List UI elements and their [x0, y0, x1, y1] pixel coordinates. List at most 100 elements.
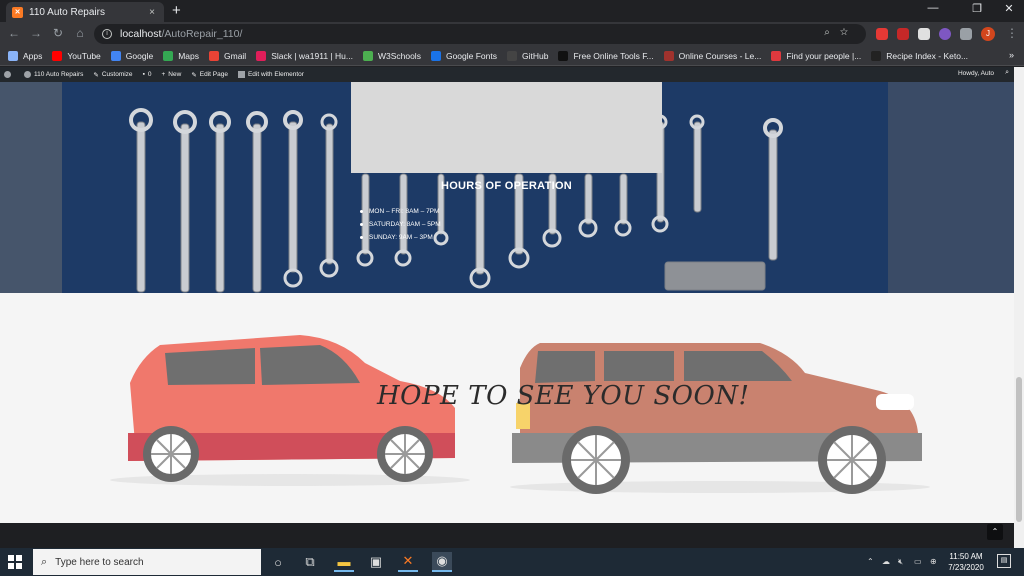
network-globe-icon[interactable]: ⊕: [930, 557, 937, 566]
xampp-favicon-icon: ✕: [12, 6, 23, 18]
wp-new-label: New: [168, 71, 182, 78]
back-icon[interactable]: ←: [6, 26, 22, 40]
bookmark-favicon-icon: [163, 50, 174, 61]
bookmark-item[interactable]: GitHub: [506, 50, 549, 61]
bookmark-favicon-icon: [362, 50, 373, 61]
taskbar-clock[interactable]: 11:50 AM 7/23/2020: [944, 551, 988, 573]
page-scrollbar-thumb[interactable]: [1016, 377, 1022, 522]
bookmark-item[interactable]: Find your people |...: [771, 50, 862, 61]
home-icon[interactable]: ⌂: [72, 26, 88, 40]
hours-list: MON – FRI: 8AM – 7PM SATURDAY: 8AM – 5PM…: [360, 208, 441, 247]
browser-tab-bar: ✕ 110 Auto Repairs × + — ❐ ✕: [0, 0, 1024, 22]
reload-icon[interactable]: ↻: [50, 26, 66, 40]
battery-icon[interactable]: ▭: [914, 557, 922, 566]
hours-saturday: SATURDAY: 8AM – 5PM: [360, 221, 441, 228]
extension-ublock-icon[interactable]: [897, 28, 909, 40]
xampp-icon[interactable]: ✕: [398, 552, 418, 572]
bookmark-favicon-icon: [871, 50, 882, 61]
browser-menu-icon[interactable]: ⋮: [1004, 26, 1020, 40]
bookmark-item[interactable]: Maps: [163, 50, 199, 61]
page-content: HOURS OF OPERATION MON – FRI: 8AM – 7PM …: [0, 82, 1014, 548]
site-info-icon[interactable]: i: [102, 29, 112, 39]
wp-edit-elementor[interactable]: Edit with Elementor: [237, 71, 304, 78]
wp-howdy[interactable]: Howdy, Auto: [958, 70, 994, 77]
bookmark-label: W3Schools: [377, 50, 421, 61]
bookmarks-overflow-icon[interactable]: »: [1009, 50, 1014, 60]
close-window-button[interactable]: ✕: [994, 2, 1024, 15]
bookmark-favicon-icon: [663, 50, 674, 61]
wp-edit-page[interactable]: ✎ Edit Page: [191, 71, 228, 79]
bookmark-item[interactable]: Recipe Index - Keto...: [871, 50, 968, 61]
bookmark-item[interactable]: Slack | wa1911 | Hu...: [256, 50, 353, 61]
extension-pocket-icon[interactable]: [876, 28, 888, 40]
volume-muted-icon[interactable]: 🔇︎: [898, 557, 903, 567]
footer: [0, 523, 1014, 548]
bookmark-item[interactable]: Online Courses - Le...: [663, 50, 762, 61]
bookmark-label: Find your people |...: [786, 50, 862, 61]
bookmark-item[interactable]: Google: [110, 50, 153, 61]
brush-icon: ✎: [93, 71, 99, 79]
plus-icon: +: [161, 71, 166, 78]
hours-title: HOURS OF OPERATION: [440, 180, 573, 192]
bookmark-label: Slack | wa1911 | Hu...: [271, 50, 353, 61]
wp-search-icon[interactable]: ⌕: [1005, 69, 1009, 77]
forward-icon[interactable]: →: [28, 26, 44, 40]
bookmark-item[interactable]: Free Online Tools F...: [558, 50, 654, 61]
bookmark-item[interactable]: W3Schools: [362, 50, 421, 61]
back-to-top-button[interactable]: ⌃: [987, 524, 1003, 540]
wp-customize-label: Customize: [101, 71, 133, 78]
minimize-button[interactable]: —: [918, 2, 948, 14]
browser-toolbar: ← → ↻ ⌂ i localhost /AutoRepair_110/ ⌕☆ …: [0, 22, 1024, 46]
cars-section: HOPE TO SEE YOU SOON!: [0, 293, 1014, 523]
wordpress-logo-icon[interactable]: [4, 71, 14, 78]
clock-time: 11:50 AM: [949, 552, 983, 561]
windows-start-icon[interactable]: [8, 555, 22, 569]
bookmark-favicon-icon: [506, 50, 517, 61]
bookmark-item[interactable]: YouTube: [52, 50, 101, 61]
wp-site-name[interactable]: 110 Auto Repairs: [24, 71, 83, 78]
bookmark-item[interactable]: Google Fonts: [430, 50, 497, 61]
brown-suv-image: [512, 343, 922, 494]
bookmark-label: Free Online Tools F...: [573, 50, 654, 61]
bookmark-item[interactable]: Gmail: [209, 50, 247, 61]
profile-avatar[interactable]: J: [981, 27, 995, 41]
chrome-icon[interactable]: ◉: [432, 552, 452, 572]
extension-pencil-icon[interactable]: [918, 28, 930, 40]
bookmark-star-icon[interactable]: ⌕☆: [824, 27, 858, 38]
windows-taskbar: ⌕ Type here to search ○ ⧉ ▬ ▣ ✕ ◉ ⌃ ☁ 🔇︎…: [0, 548, 1024, 576]
hours-weekdays: MON – FRI: 8AM – 7PM: [360, 208, 441, 215]
wp-site-name-label: 110 Auto Repairs: [34, 71, 84, 78]
restore-button[interactable]: ❐: [962, 2, 992, 15]
bookmark-label: GitHub: [521, 50, 549, 61]
browser-tab[interactable]: ✕ 110 Auto Repairs ×: [6, 2, 164, 22]
task-view-icon[interactable]: ⧉: [300, 552, 320, 572]
extension-circle-icon[interactable]: [939, 28, 951, 40]
bookmark-label: Online Courses - Le...: [678, 50, 762, 61]
wp-admin-bar: 110 Auto Repairs ✎ Customize ▪ 0 + New ✎ Edi…: [0, 67, 1014, 82]
bookmark-item[interactable]: Apps: [8, 50, 42, 61]
extensions-puzzle-icon[interactable]: [960, 28, 972, 40]
wp-edit-elementor-label: Edit with Elementor: [247, 71, 304, 78]
address-bar[interactable]: i localhost /AutoRepair_110/ ⌕☆: [94, 24, 866, 44]
bookmark-favicon-icon: [771, 50, 782, 61]
tray-overflow-icon[interactable]: ⌃: [867, 557, 874, 566]
pencil-icon: ✎: [191, 71, 197, 79]
hero-section: HOURS OF OPERATION MON – FRI: 8AM – 7PM …: [0, 82, 1014, 293]
cortana-icon[interactable]: ○: [268, 552, 288, 572]
onedrive-icon[interactable]: ☁: [882, 557, 890, 566]
new-tab-button[interactable]: +: [172, 3, 181, 19]
microsoft-store-icon[interactable]: ▣: [366, 552, 386, 572]
wp-comments[interactable]: ▪ 0: [143, 71, 152, 78]
notifications-icon[interactable]: ▤: [997, 554, 1011, 568]
bookmark-label: YouTube: [67, 50, 101, 61]
wp-new[interactable]: + New: [162, 71, 182, 78]
bookmarks-bar: Apps YouTube Google Maps Gmail Slack | wa1911…: [0, 46, 1024, 66]
taskbar-search-box[interactable]: ⌕ Type here to search: [33, 549, 261, 575]
closing-tagline: HOPE TO SEE YOU SOON!: [377, 381, 750, 411]
bookmark-label: Gmail: [224, 50, 247, 61]
home-icon: [24, 71, 31, 78]
tab-close-icon[interactable]: ×: [146, 7, 158, 18]
file-explorer-icon[interactable]: ▬: [334, 552, 354, 572]
wp-customize[interactable]: ✎ Customize: [93, 71, 132, 79]
clock-date: 7/23/2020: [948, 563, 984, 572]
